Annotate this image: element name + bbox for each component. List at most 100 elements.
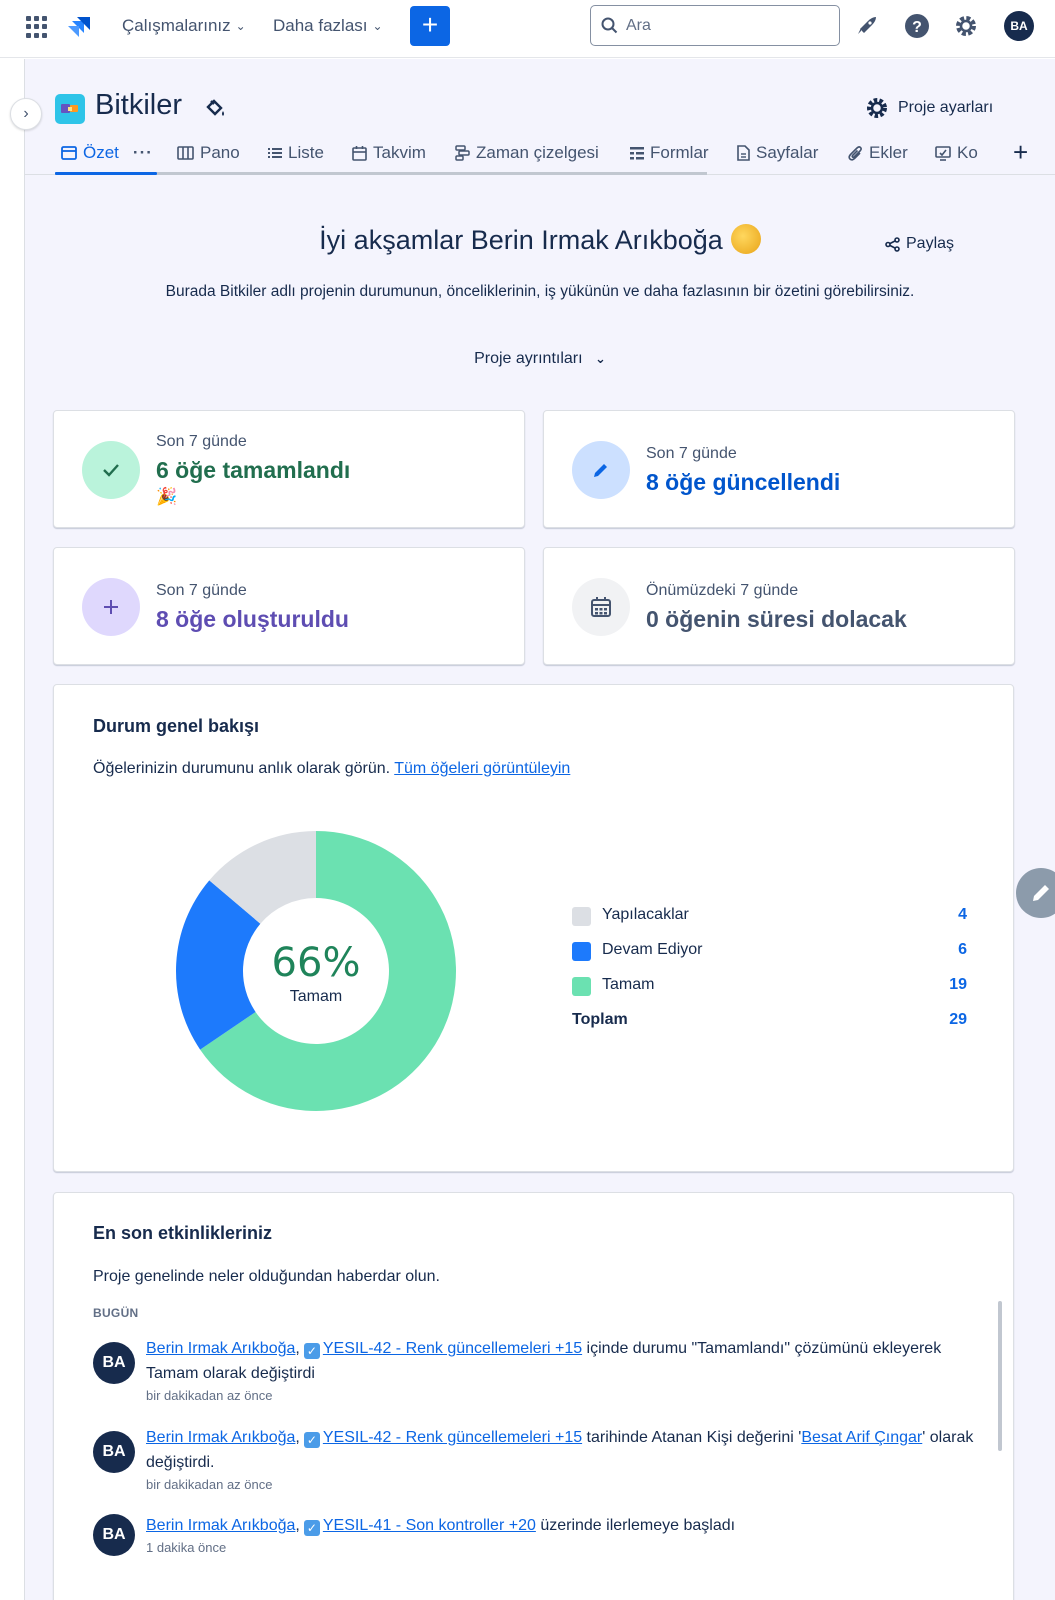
gear-icon	[867, 98, 887, 118]
status-donut-chart: 66% Tamam	[176, 831, 456, 1111]
project-details-toggle[interactable]: Proje ayrıntıları ⌄	[25, 350, 1055, 368]
task-checkbox-icon: ✓	[303, 1520, 320, 1536]
help-icon[interactable]: ?	[902, 11, 932, 41]
legend-total-label: Toplam	[572, 1011, 628, 1028]
search-icon	[601, 17, 618, 34]
svg-text:?: ?	[912, 19, 922, 36]
separator: ,	[295, 1340, 300, 1357]
calendar-icon	[572, 578, 630, 636]
expand-sidebar-button[interactable]: ›	[10, 98, 42, 130]
activity-title: En son etkinlikleriniz	[93, 1223, 273, 1243]
tabs-scrollbar[interactable]	[157, 172, 707, 175]
search-input[interactable]: Ara	[590, 5, 840, 46]
plus-icon	[82, 578, 140, 636]
issue-link[interactable]: YESIL-42 - Renk güncellemeleri +15	[323, 1429, 582, 1446]
pages-icon	[737, 145, 750, 161]
stat-card-created[interactable]: Son 7 günde 8 öğe oluşturuldu	[53, 547, 525, 665]
nav-more-menu[interactable]: Daha fazlası ⌄	[273, 16, 383, 36]
app-switcher-icon[interactable]	[26, 16, 48, 38]
activity-description: üzerinde ilerlemeye başladı	[535, 1517, 736, 1534]
main-content: Bitkiler Proje ayarları Özet ··· Pano Li…	[25, 59, 1055, 1600]
stat-period: Son 7 günde	[646, 445, 737, 462]
user-link[interactable]: Berin Irmak Arıkboğa	[146, 1340, 295, 1357]
legend-row-in-progress[interactable]: Devam Ediyor 6	[572, 935, 967, 970]
user-link[interactable]: Berin Irmak Arıkboğa	[146, 1429, 295, 1446]
legend-label: Tamam	[602, 976, 655, 993]
chevron-right-icon: ›	[23, 105, 29, 122]
tab-calendar[interactable]: Takvim	[352, 143, 426, 163]
board-icon	[177, 146, 194, 160]
activity-time: 1 dakika önce	[146, 1540, 227, 1555]
activity-text: Berin Irmak Arıkboğa, ✓ YESIL-42 - Renk gü…	[146, 1336, 976, 1386]
legend-count: 6	[958, 941, 967, 958]
status-overview-panel: Durum genel bakışı Öğelerinizin durumunu…	[53, 684, 1014, 1172]
avatar[interactable]: BA	[93, 1431, 135, 1473]
notifications-icon[interactable]	[852, 11, 882, 41]
add-tab-button[interactable]: +	[1013, 137, 1028, 168]
tab-summary[interactable]: Özet ···	[61, 143, 153, 163]
chevron-down-icon: ⌄	[235, 19, 246, 33]
legend-swatch	[572, 942, 591, 961]
issue-link[interactable]: YESIL-42 - Renk güncellemeleri +15	[323, 1340, 582, 1357]
stat-value: 6 öğe tamamlandı	[156, 457, 351, 483]
user-link[interactable]: Berin Irmak Arıkboğa	[146, 1517, 295, 1534]
view-all-items-link[interactable]: Tüm öğeleri görüntüleyin	[394, 760, 570, 777]
status-overview-desc: Öğelerinizin durumunu anlık olarak görün…	[93, 760, 570, 778]
tab-label: Liste	[288, 143, 324, 162]
tab-label: Zaman çizelgesi	[476, 143, 599, 162]
stat-card-completed[interactable]: Son 7 günde 6 öğe tamamlandı 🎉	[53, 410, 525, 528]
share-label: Paylaş	[906, 235, 955, 252]
more-dots-icon[interactable]: ···	[133, 143, 153, 163]
stat-value: 0 öğenin süresi dolacak	[646, 606, 907, 632]
tab-list[interactable]: Liste	[268, 143, 324, 163]
stat-period: Önümüzdeki 7 günde	[646, 582, 799, 599]
project-settings-button[interactable]: Proje ayarları	[865, 96, 993, 120]
legend-swatch	[572, 907, 591, 926]
status-overview-title: Durum genel bakışı	[93, 716, 260, 736]
greeting-text: İyi akşamlar Berin Irmak Arıkboğa	[319, 225, 723, 255]
separator: ,	[295, 1517, 300, 1534]
moon-icon	[730, 224, 761, 254]
tab-pages[interactable]: Sayfalar	[737, 143, 818, 163]
tab-forms[interactable]: Formlar	[630, 143, 709, 163]
issue-link[interactable]: YESIL-41 - Son kontroller +20	[323, 1517, 536, 1534]
settings-gear-icon[interactable]	[951, 11, 981, 41]
check-icon	[82, 441, 140, 499]
avatar[interactable]: BA	[93, 1342, 135, 1384]
avatar[interactable]: BA	[93, 1514, 135, 1556]
party-popper-icon: 🎉	[156, 487, 178, 506]
activity-text: Berin Irmak Arıkboğa, ✓ YESIL-41 - Son kon…	[146, 1513, 976, 1538]
legend-total-count: 29	[949, 1011, 967, 1028]
legend-row-todo[interactable]: Yapılacaklar 4	[572, 900, 967, 935]
tab-timeline[interactable]: Zaman çizelgesi	[455, 143, 599, 163]
tab-label: Ekler	[869, 143, 908, 162]
tab-code[interactable]: Ko	[935, 143, 995, 163]
activity-section-label: BUGÜN	[93, 1306, 139, 1320]
theme-paint-icon[interactable]	[203, 96, 227, 120]
legend-swatch	[572, 977, 591, 996]
project-tabs: Özet ··· Pano Liste Takvim Zaman çizelge…	[25, 137, 1055, 177]
nav-work-menu[interactable]: Çalışmalarınız ⌄	[122, 16, 246, 36]
chevron-down-icon: ⌄	[372, 19, 383, 33]
project-avatar-icon[interactable]	[55, 94, 85, 124]
legend-row-done[interactable]: Tamam 19	[572, 970, 967, 1005]
tab-attachments[interactable]: Ekler	[848, 143, 908, 163]
sidebar-rail	[0, 59, 25, 1600]
assignee-link[interactable]: Besat Arif Çıngar	[801, 1429, 922, 1446]
tab-board[interactable]: Pano	[177, 143, 240, 163]
activity-scrollbar[interactable]	[998, 1301, 1002, 1451]
share-button[interactable]: Paylaş	[885, 235, 954, 253]
activity-description: tarihinde Atanan Kişi değerini '	[582, 1429, 802, 1446]
task-checkbox-icon: ✓	[303, 1432, 320, 1448]
stat-card-due[interactable]: Önümüzdeki 7 günde 0 öğenin süresi dolac…	[543, 547, 1015, 665]
tab-label: Sayfalar	[756, 143, 819, 162]
user-avatar[interactable]: BA	[1004, 11, 1034, 41]
chevron-down-icon: ⌄	[595, 351, 606, 366]
active-tab-indicator	[55, 172, 157, 175]
create-button[interactable]: +	[410, 6, 450, 46]
stat-card-updated[interactable]: Son 7 günde 8 öğe güncellendi	[543, 410, 1015, 528]
task-checkbox-icon: ✓	[303, 1343, 320, 1359]
legend-count: 19	[949, 976, 967, 993]
jira-logo-icon[interactable]	[66, 13, 94, 41]
pencil-icon	[1033, 885, 1049, 901]
